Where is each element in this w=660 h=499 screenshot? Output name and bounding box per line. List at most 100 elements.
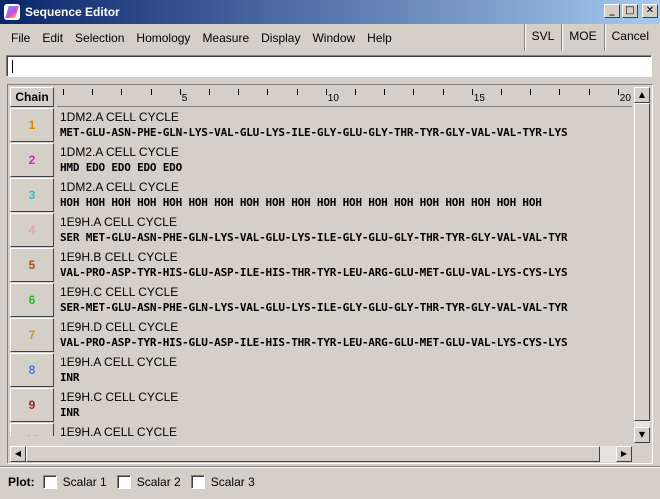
chain-name: 1E9H.A CELL CYCLE	[60, 425, 177, 436]
chain-header[interactable]: Chain	[10, 87, 54, 107]
ruler-tick	[588, 89, 590, 95]
residue-sequence[interactable]: HMD EDO EDO EDO EDO	[60, 161, 182, 174]
chain-name: 1E9H.A CELL CYCLE	[60, 215, 177, 229]
scalar-1-option[interactable]: Scalar 1	[42, 474, 107, 489]
chain-button[interactable]: 5	[10, 248, 54, 282]
scalar-3-option[interactable]: Scalar 3	[190, 474, 255, 489]
sequence-row[interactable]: 1DM2.A CELL CYCLE HOH HOH HOH HOH HOH HOH…	[58, 178, 632, 213]
ruler-tick	[355, 89, 356, 95]
chain-button[interactable]: 8	[10, 353, 54, 387]
ruler-label: 10	[327, 93, 339, 104]
plot-bar: Plot: Scalar 1 Scalar 2 Scalar 3	[0, 466, 660, 496]
chain-name: 1E9H.D CELL CYCLE	[60, 320, 179, 334]
menu-homology[interactable]: Homology	[129, 31, 195, 45]
scroll-up-button[interactable]: ▲	[634, 87, 650, 103]
chain-button[interactable]: 6	[10, 283, 54, 317]
ruler-tick	[413, 89, 415, 95]
text-caret	[12, 60, 13, 73]
menu-selection[interactable]: Selection	[68, 31, 129, 45]
chain-name: 1DM2.A CELL CYCLE	[60, 145, 179, 159]
ruler-tick	[121, 89, 123, 95]
chain-column: 12345678910	[10, 108, 54, 436]
sequence-row[interactable]: 1E9H.A CELL CYCLE SER MET-GLU-ASN-PHE-GLN…	[58, 213, 632, 248]
ruler-tick	[267, 89, 269, 95]
ruler-tick	[150, 89, 152, 95]
ruler-tick	[384, 89, 386, 95]
vertical-scroll-thumb[interactable]	[634, 103, 650, 421]
title-bar: Sequence Editor _ □ ✕	[0, 0, 660, 24]
scalar-2-option[interactable]: Scalar 2	[116, 474, 181, 489]
chain-button[interactable]: 1	[10, 108, 54, 142]
menu-measure[interactable]: Measure	[195, 31, 254, 45]
close-button[interactable]: ✕	[642, 4, 658, 18]
residue-sequence[interactable]: MET-GLU-ASN-PHE-GLN-LYS-VAL-GLU-LYS-ILE-…	[60, 126, 568, 139]
menu-display[interactable]: Display	[254, 31, 305, 45]
scalar-3-checkbox[interactable]	[190, 474, 205, 489]
menu-file[interactable]: File	[4, 31, 35, 45]
ruler-tick	[325, 89, 327, 95]
ruler-label: 5	[181, 93, 188, 104]
ruler-label: 20	[619, 93, 631, 104]
residue-sequence[interactable]: SER MET-GLU-ASN-PHE-GLN-LYS-VAL-GLU-LYS-…	[60, 231, 568, 244]
moe-button[interactable]: MOE	[561, 24, 603, 51]
sequence-row[interactable]: 1DM2.A CELL CYCLE HMD EDO EDO EDO EDO	[58, 143, 632, 178]
residue-sequence[interactable]: SER-MET-GLU-ASN-PHE-GLN-LYS-VAL-GLU-LYS-…	[60, 301, 568, 314]
maximize-button[interactable]: □	[622, 4, 638, 18]
residue-sequence[interactable]: VAL-PRO-ASP-TYR-HIS-GLU-ASP-ILE-HIS-THR-…	[60, 336, 568, 349]
sequence-row[interactable]: 1E9H.A CELL CYCLE INR	[58, 353, 632, 388]
ruler-tick	[238, 89, 240, 95]
chain-name: 1DM2.A CELL CYCLE	[60, 180, 179, 194]
chain-button[interactable]: 9	[10, 388, 54, 422]
chain-name: 1DM2.A CELL CYCLE	[60, 110, 179, 124]
svl-button[interactable]: SVL	[523, 24, 562, 51]
sequence-row[interactable]: 1E9H.D CELL CYCLE VAL-PRO-ASP-TYR-HIS-GLU…	[58, 318, 632, 353]
ruler-tick	[501, 89, 502, 95]
horizontal-scrollbar[interactable]: ◀ ▶	[10, 446, 632, 462]
scroll-right-button[interactable]: ▶	[616, 446, 632, 462]
menu-window[interactable]: Window	[305, 31, 360, 45]
menu-edit[interactable]: Edit	[35, 31, 68, 45]
residue-sequence[interactable]: INR	[60, 406, 79, 419]
chain-name: 1E9H.A CELL CYCLE	[60, 355, 177, 369]
command-input[interactable]	[6, 55, 652, 77]
ruler-tick	[92, 89, 94, 95]
chain-button[interactable]: 7	[10, 318, 54, 352]
scalar-1-checkbox[interactable]	[42, 474, 57, 489]
chain-button[interactable]: 10	[10, 423, 54, 436]
chain-button[interactable]: 2	[10, 143, 54, 177]
scroll-left-button[interactable]: ◀	[10, 446, 26, 462]
app-icon	[4, 4, 20, 20]
scalar-2-label: Scalar 2	[136, 474, 181, 489]
scalar-3-label: Scalar 3	[210, 474, 255, 489]
residue-sequence[interactable]: VAL-PRO-ASP-TYR-HIS-GLU-ASP-ILE-HIS-THR-…	[60, 266, 568, 279]
menu-bar: File Edit Selection Homology Measure Dis…	[4, 24, 656, 51]
vertical-scrollbar[interactable]: ▲ ▼	[634, 87, 650, 443]
chain-button[interactable]: 4	[10, 213, 54, 247]
window-title: Sequence Editor	[25, 5, 120, 19]
scroll-down-button[interactable]: ▼	[634, 427, 650, 443]
cancel-button[interactable]: Cancel	[603, 24, 656, 51]
sequence-row[interactable]: 1E9H.B CELL CYCLE VAL-PRO-ASP-TYR-HIS-GLU…	[58, 248, 632, 283]
sequence-panel: Chain 5101520 12345678910 1DM2.A CELL CY…	[7, 84, 653, 464]
menu-help[interactable]: Help	[360, 31, 397, 45]
sequence-area[interactable]: 1DM2.A CELL CYCLE MET-GLU-ASN-PHE-GLN-LYS…	[58, 108, 632, 436]
ruler-tick	[296, 89, 298, 95]
scalar-1-label: Scalar 1	[62, 474, 107, 489]
chain-name: 1E9H.B CELL CYCLE	[60, 250, 178, 264]
ruler-tick	[179, 89, 181, 95]
ruler-tick	[471, 89, 473, 95]
sequence-row[interactable]: 1DM2.A CELL CYCLE MET-GLU-ASN-PHE-GLN-LYS…	[58, 108, 632, 143]
sequence-row[interactable]: 1E9H.C CELL CYCLE INR	[58, 388, 632, 423]
horizontal-scroll-thumb[interactable]	[26, 446, 600, 462]
sequence-row[interactable]: 1E9H.C CELL CYCLE SER-MET-GLU-ASN-PHE-GLN…	[58, 283, 632, 318]
minimize-button[interactable]: _	[604, 4, 620, 18]
chain-button[interactable]: 3	[10, 178, 54, 212]
ruler-tick	[617, 89, 619, 95]
scalar-2-checkbox[interactable]	[116, 474, 131, 489]
chain-name: 1E9H.C CELL CYCLE	[60, 390, 179, 404]
ruler-tick	[530, 89, 532, 95]
sequence-row[interactable]: 1E9H.A CELL CYCLE	[58, 423, 632, 436]
ruler-tick	[209, 89, 210, 95]
residue-sequence[interactable]: INR	[60, 371, 79, 384]
residue-sequence[interactable]: HOH HOH HOH HOH HOH HOH HOH HOH HOH HOH …	[60, 196, 542, 209]
